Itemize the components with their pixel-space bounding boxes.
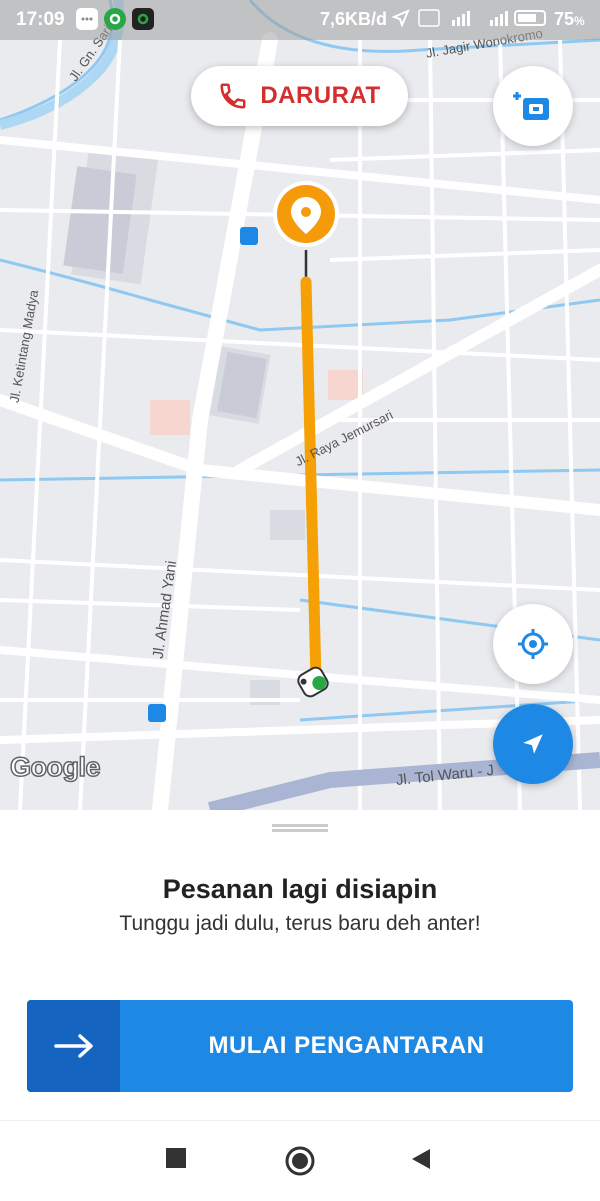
crosshair-icon <box>518 629 548 659</box>
volte-icon <box>418 9 440 27</box>
order-status-subtitle: Tunggu jadi dulu, terus baru deh anter! <box>119 912 481 935</box>
network-speed: 7,6KB/d <box>320 9 388 29</box>
signal-4g-icon <box>452 11 470 26</box>
signal-icon <box>490 11 508 26</box>
navigate-button[interactable] <box>493 704 573 784</box>
battery-icon <box>514 10 546 26</box>
order-status-title: Pesanan lagi disiapin <box>162 874 438 904</box>
start-delivery-button[interactable]: MULAI PENGANTARAN <box>27 1000 573 1092</box>
bottom-sheet: Pesanan lagi disiapin Tunggu jadi dulu, … <box>0 810 600 1120</box>
cta-arrow-box <box>27 1000 120 1092</box>
recenter-button[interactable] <box>493 604 573 684</box>
map-view[interactable]: Jl. Gn. Sari Jl. Ketintang Madya Jl. Ahm… <box>0 0 600 810</box>
home-icon[interactable] <box>284 1145 316 1177</box>
status-bar: 17:09 7,6KB/d 75% <box>0 0 600 40</box>
navigation-arrow-icon <box>523 734 543 754</box>
destination-pin-icon <box>273 181 339 247</box>
start-delivery-label: MULAI PENGANTARAN <box>208 1032 485 1059</box>
recent-apps-icon[interactable] <box>165 1147 187 1169</box>
phone-icon <box>220 83 246 109</box>
emergency-label: DARURAT <box>260 82 381 109</box>
battery-percent: 75% <box>554 9 585 29</box>
system-nav-bar <box>0 1120 600 1201</box>
gojek-icon <box>104 8 126 30</box>
add-stop-button[interactable] <box>493 66 573 146</box>
message-icon <box>76 8 98 30</box>
status-time: 17:09 <box>16 9 65 30</box>
route-line <box>300 276 322 686</box>
bus-stop-icon <box>240 227 258 245</box>
driver-scooter-icon <box>297 666 329 698</box>
google-attribution: Google <box>9 751 101 783</box>
emergency-button[interactable]: DARURAT <box>191 66 408 126</box>
bus-stop-icon <box>148 704 166 722</box>
sheet-drag-handle[interactable] <box>272 824 328 832</box>
back-icon[interactable] <box>410 1147 432 1171</box>
add-cart-icon <box>513 92 549 120</box>
gobiz-icon <box>132 8 154 30</box>
location-icon <box>392 9 410 27</box>
arrow-right-icon <box>53 1034 93 1058</box>
